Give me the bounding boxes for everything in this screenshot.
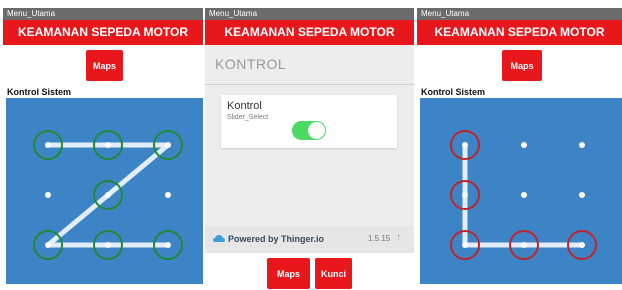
phone-screen-left: Menu_Utama KEAMANAN SEPEDA MOTOR Maps Ko…: [3, 8, 203, 290]
pattern-lock-svg: [450, 130, 597, 260]
section-title: Kontrol Sistem: [421, 87, 486, 97]
pattern-dot-1-3[interactable]: [579, 142, 585, 148]
toggle-knob: [308, 122, 325, 139]
status-bar: Menu_Utama: [205, 8, 414, 20]
pattern-dot-2-2[interactable]: [521, 192, 527, 198]
divider: [205, 84, 414, 85]
status-bar: Menu_Utama: [417, 8, 622, 20]
pattern-dot-2-1[interactable]: [45, 192, 51, 198]
footer-bar: Powered by Thinger.io 1.5.15 ↑: [205, 226, 414, 253]
phone-screen-right: Menu_Utama KEAMANAN SEPEDA MOTOR Maps Ko…: [417, 8, 622, 290]
thinger-logo-icon: [213, 235, 225, 242]
dashboard-title: KONTROL: [215, 56, 287, 72]
pattern-dot-1-2[interactable]: [521, 142, 527, 148]
phone-screen-middle: Menu_Utama KEAMANAN SEPEDA MOTOR KONTROL…: [205, 8, 414, 290]
slider-toggle[interactable]: [292, 121, 326, 140]
maps-button[interactable]: Maps: [502, 50, 542, 81]
app-title-bar: KEAMANAN SEPEDA MOTOR: [3, 20, 203, 45]
status-bar: Menu_Utama: [3, 8, 203, 20]
thinger-dashboard: KONTROL Kontrol Slider_Select Powered by…: [205, 45, 414, 253]
maps-button[interactable]: Maps: [86, 50, 123, 81]
section-title: Kontrol Sistem: [7, 87, 72, 97]
pattern-lock-area[interactable]: [420, 98, 622, 284]
control-card: Kontrol Slider_Select: [221, 95, 397, 148]
kunci-button[interactable]: Kunci: [315, 258, 352, 289]
version-text: 1.5.15: [368, 234, 391, 243]
powered-by-text: Powered by Thinger.io: [228, 234, 325, 244]
app-title-bar: KEAMANAN SEPEDA MOTOR: [417, 20, 622, 45]
card-title: Kontrol: [227, 100, 262, 112]
arrow-up-icon[interactable]: ↑: [396, 232, 401, 243]
app-title-bar: KEAMANAN SEPEDA MOTOR: [205, 20, 414, 45]
pattern-lock-svg: [33, 130, 183, 260]
pattern-dot-2-2[interactable]: [93, 180, 123, 210]
pattern-dot-2-3[interactable]: [579, 192, 585, 198]
maps-button[interactable]: Maps: [267, 258, 310, 289]
pattern-dot-2-3[interactable]: [165, 192, 171, 198]
pattern-lock-area[interactable]: [6, 98, 203, 284]
card-subtitle: Slider_Select: [227, 114, 269, 121]
